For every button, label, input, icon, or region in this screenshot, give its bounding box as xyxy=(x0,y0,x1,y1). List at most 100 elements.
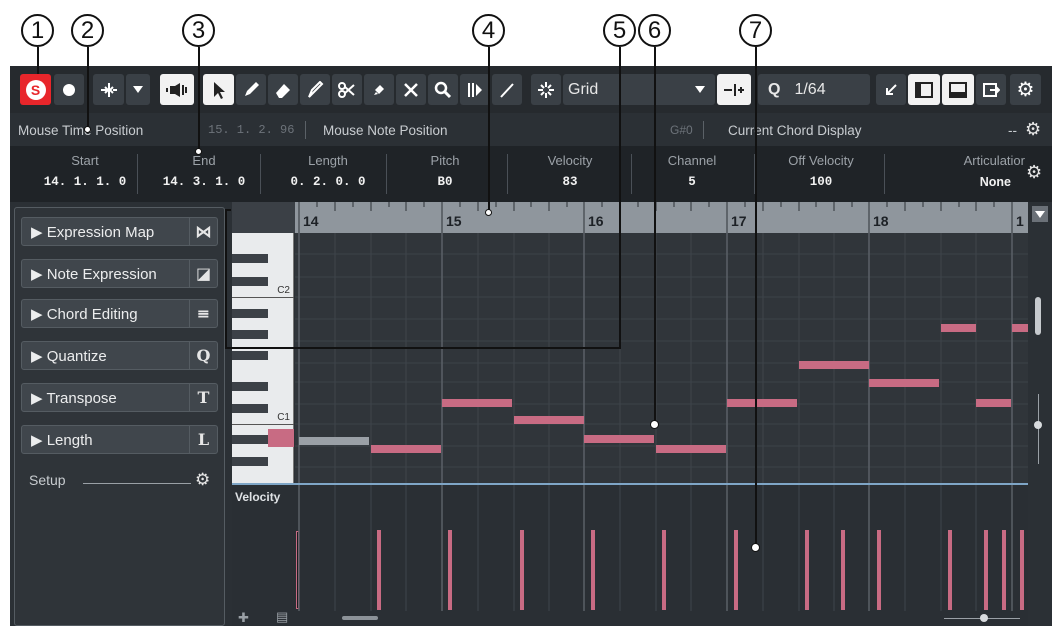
draw-tool[interactable] xyxy=(236,74,266,105)
zoom-tool[interactable] xyxy=(428,74,458,105)
zoom-slider-handle[interactable] xyxy=(980,614,988,622)
info-articulation[interactable]: Articulatior None xyxy=(935,153,1025,189)
glue-tool[interactable] xyxy=(364,74,394,105)
section-note-expression[interactable]: ▶ Note Expression ◪ xyxy=(21,259,218,288)
velocity-bar[interactable] xyxy=(734,530,738,610)
snap-toggle-button[interactable] xyxy=(531,74,561,105)
horizontal-scrollbar[interactable] xyxy=(342,616,378,620)
midi-note[interactable] xyxy=(371,445,441,453)
vertical-scroll-zone xyxy=(1030,202,1052,626)
split-tool[interactable] xyxy=(332,74,362,105)
acoustic-feedback-button[interactable] xyxy=(160,74,194,105)
black-key[interactable] xyxy=(232,309,268,318)
bottom-panel-icon xyxy=(949,81,967,98)
gear-icon[interactable]: ⚙ xyxy=(1026,162,1042,183)
midi-note[interactable] xyxy=(976,399,1011,407)
velocity-bar[interactable] xyxy=(948,530,952,610)
insert-velocity-button[interactable] xyxy=(93,74,124,105)
quick-zoom-button[interactable] xyxy=(876,74,906,105)
object-selection-tool[interactable] xyxy=(203,74,234,105)
info-pitch[interactable]: Pitch B0 xyxy=(395,153,495,189)
velocity-bar[interactable] xyxy=(591,530,595,610)
velocity-bar[interactable] xyxy=(662,530,666,610)
velocity-bar[interactable] xyxy=(377,530,381,610)
vertical-scroll-handle[interactable] xyxy=(1035,297,1041,335)
black-key[interactable] xyxy=(232,277,268,286)
midi-note[interactable] xyxy=(514,416,584,424)
vertical-zoom-handle[interactable] xyxy=(1034,421,1042,429)
section-quantize[interactable]: ▶ Quantize Q xyxy=(21,341,218,370)
section-transpose[interactable]: ▶ Transpose T xyxy=(21,383,218,412)
info-channel[interactable]: Channel 5 xyxy=(642,153,742,189)
black-key[interactable] xyxy=(232,404,268,413)
open-in-window-button[interactable] xyxy=(976,74,1006,105)
solo-button[interactable]: S xyxy=(20,74,51,105)
black-key[interactable] xyxy=(232,254,268,263)
section-chord-editing[interactable]: ▶ Chord Editing ≡ xyxy=(21,299,218,328)
midi-note[interactable] xyxy=(584,435,654,443)
info-end[interactable]: End 14. 3. 1. 0 xyxy=(150,153,258,189)
midi-note[interactable] xyxy=(656,445,726,453)
info-length[interactable]: Length 0. 2. 0. 0 xyxy=(272,153,384,189)
lower-zone-toggle[interactable] xyxy=(942,74,974,105)
grid-relative-button[interactable] xyxy=(717,74,751,105)
velocity-bar[interactable] xyxy=(520,530,524,610)
divider xyxy=(703,121,704,139)
timewarp-tool[interactable] xyxy=(460,74,490,105)
section-label: ▶ Expression Map xyxy=(31,224,155,241)
midi-note[interactable] xyxy=(869,379,939,387)
erase-tool[interactable] xyxy=(268,74,298,105)
piano-keyboard[interactable]: C2 C1 xyxy=(232,233,294,483)
grid-insert-icon xyxy=(724,83,744,96)
gear-icon[interactable]: ⚙ xyxy=(195,470,210,490)
record-button[interactable] xyxy=(54,74,84,105)
line-tool[interactable] xyxy=(492,74,522,105)
black-key[interactable] xyxy=(232,351,268,360)
section-label: ▶ Chord Editing xyxy=(31,306,138,323)
ruler[interactable]: 14 15 16 17 18 1 xyxy=(295,202,1028,233)
black-key[interactable] xyxy=(232,457,268,466)
midi-note[interactable] xyxy=(1012,324,1028,332)
toolbar: S Grid Q 1/64 ⚙ xyxy=(10,66,1052,113)
black-key[interactable] xyxy=(232,435,268,444)
lane-preset-icon[interactable]: ▤ xyxy=(276,609,288,625)
midi-note[interactable] xyxy=(299,437,369,445)
trim-tool[interactable] xyxy=(300,74,330,105)
midi-note[interactable] xyxy=(941,324,976,332)
note-display[interactable] xyxy=(295,233,1028,483)
info-off-velocity[interactable]: Off Velocity 100 xyxy=(765,153,877,189)
grid-type-select[interactable]: Grid xyxy=(563,74,715,105)
controller-lane[interactable]: Velocity ✚ ▤ xyxy=(232,483,1028,626)
midi-note[interactable] xyxy=(442,399,512,407)
velocity-bar[interactable] xyxy=(448,530,452,610)
velocity-bar[interactable] xyxy=(805,530,809,610)
black-key[interactable] xyxy=(232,382,268,391)
left-zone-toggle[interactable] xyxy=(908,74,940,105)
vertical-zoom-slider[interactable] xyxy=(1038,394,1039,464)
velocity-bar[interactable] xyxy=(1020,530,1024,610)
mute-tool[interactable] xyxy=(396,74,426,105)
chevron-down-icon xyxy=(695,86,705,93)
setup-toolbar-button[interactable]: ⚙ xyxy=(1010,74,1041,105)
section-expression-map[interactable]: ▶ Expression Map ⋈ xyxy=(21,217,218,246)
highlighted-key xyxy=(268,429,294,447)
trim-knife-icon xyxy=(308,80,324,98)
velocity-bar[interactable] xyxy=(841,530,845,610)
velocity-bar[interactable] xyxy=(1002,530,1006,610)
velocity-bar[interactable] xyxy=(877,530,881,610)
gear-icon[interactable]: ⚙ xyxy=(1025,119,1041,140)
insert-dropdown-button[interactable] xyxy=(126,74,150,105)
add-lane-icon[interactable]: ✚ xyxy=(238,610,249,626)
velocity-bar[interactable] xyxy=(984,530,988,610)
midi-note[interactable] xyxy=(727,399,797,407)
black-key[interactable] xyxy=(232,330,268,339)
transpose-letter-icon: T xyxy=(189,384,217,411)
info-start[interactable]: Start 14. 1. 1. 0 xyxy=(35,153,135,189)
callout-leader xyxy=(225,209,227,349)
quantize-preset-select[interactable]: Q 1/64 xyxy=(758,74,870,105)
bar-number: 18 xyxy=(873,213,889,229)
section-length[interactable]: ▶ Length L xyxy=(21,425,218,454)
info-velocity[interactable]: Velocity 83 xyxy=(520,153,620,189)
key-editor: S Grid Q 1/64 ⚙ Mouse Time Position 15. … xyxy=(10,66,1052,626)
midi-note[interactable] xyxy=(799,361,869,369)
